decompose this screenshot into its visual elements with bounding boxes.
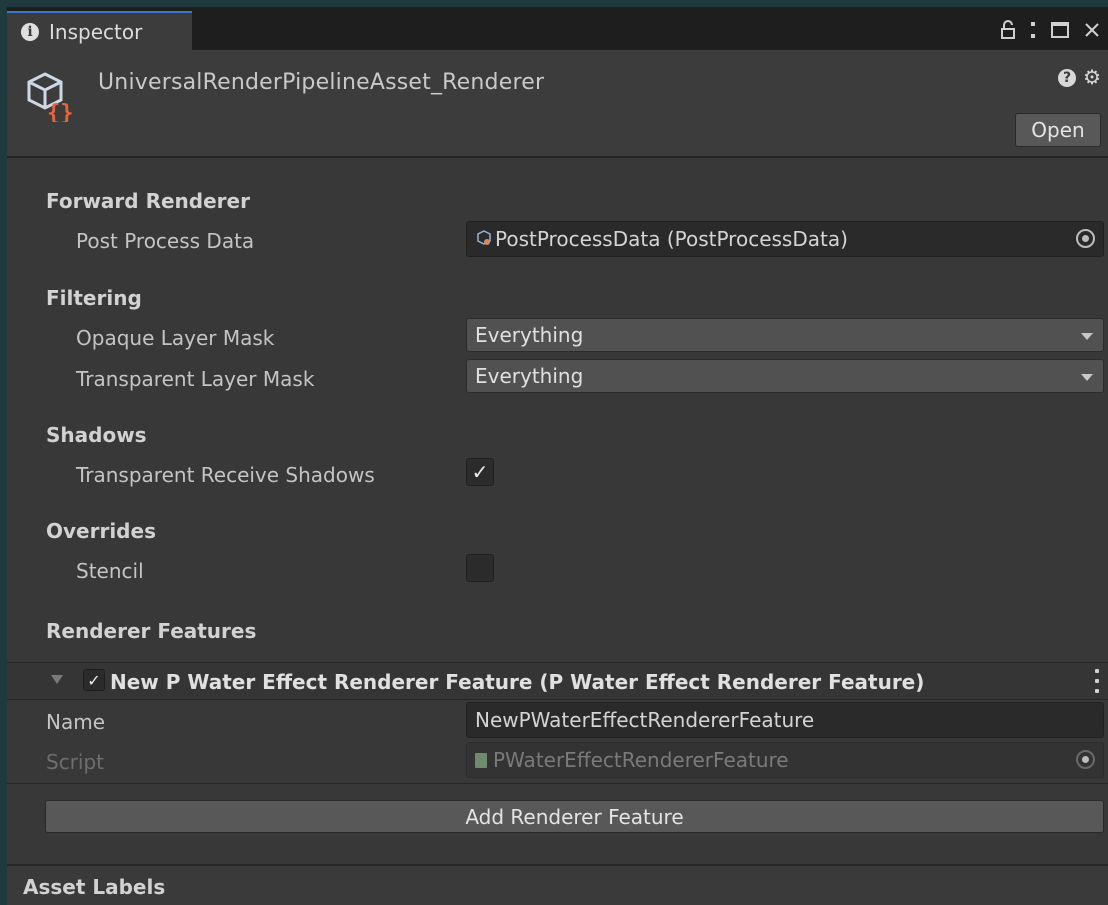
object-picker-icon[interactable]	[1076, 229, 1095, 248]
transparent-receive-shadows-checkbox[interactable]: ✓	[466, 458, 494, 486]
dropdown-arrow-icon	[1081, 374, 1093, 381]
post-process-data-value: PostProcessData (PostProcessData)	[495, 227, 848, 251]
script-field: PWaterEffectRendererFeature	[466, 742, 1104, 778]
add-renderer-feature-button[interactable]: Add Renderer Feature	[45, 800, 1104, 833]
tab-tools	[1000, 15, 1100, 45]
transparent-layer-mask-dropdown[interactable]: Everything	[466, 359, 1104, 393]
renderer-feature-title: New P Water Effect Renderer Feature (P W…	[110, 670, 925, 694]
divider	[7, 783, 1108, 784]
tab-label: Inspector	[49, 19, 143, 44]
open-button[interactable]: Open	[1015, 113, 1101, 147]
section-filtering: Filtering	[46, 286, 142, 310]
opaque-layer-mask-dropdown[interactable]: Everything	[466, 318, 1104, 352]
section-shadows: Shadows	[46, 423, 147, 447]
foldout-arrow-icon[interactable]	[51, 675, 63, 684]
more-options-icon[interactable]	[1030, 20, 1036, 40]
scriptable-object-icon: {}	[25, 70, 75, 126]
section-renderer-features: Renderer Features	[46, 619, 257, 643]
script-value: PWaterEffectRendererFeature	[493, 748, 789, 772]
svg-text:{}: {}	[47, 101, 74, 122]
close-icon[interactable]	[1084, 22, 1100, 38]
post-process-data-field[interactable]: PostProcessData (PostProcessData)	[466, 221, 1104, 257]
stencil-label: Stencil	[76, 559, 144, 583]
post-process-asset-icon	[477, 227, 491, 251]
name-label: Name	[46, 710, 106, 734]
object-picker-icon	[1076, 750, 1095, 769]
asset-labels-bar[interactable]: Asset Labels	[7, 864, 1108, 905]
asset-header: {} UniversalRenderPipelineAsset_Renderer…	[7, 50, 1108, 158]
asset-labels-title: Asset Labels	[23, 875, 166, 899]
stencil-checkbox[interactable]	[466, 554, 494, 582]
opaque-layer-mask-value: Everything	[475, 323, 584, 347]
post-process-data-label: Post Process Data	[76, 229, 255, 253]
transparent-receive-shadows-label: Transparent Receive Shadows	[76, 463, 375, 487]
kebab-menu-icon[interactable]	[1094, 669, 1100, 693]
feature-enabled-checkbox[interactable]: ✓	[83, 669, 105, 691]
maximize-icon[interactable]	[1050, 21, 1070, 39]
name-input[interactable]: NewPWaterEffectRendererFeature	[466, 702, 1104, 738]
info-icon: i	[21, 22, 39, 41]
transparent-layer-mask-label: Transparent Layer Mask	[76, 367, 315, 391]
section-overrides: Overrides	[46, 519, 156, 543]
help-icon[interactable]: ?	[1058, 69, 1076, 87]
section-forward-renderer: Forward Renderer	[46, 189, 250, 213]
asset-title: UniversalRenderPipelineAsset_Renderer	[98, 70, 545, 95]
dropdown-arrow-icon	[1081, 333, 1093, 340]
inspector-window: i Inspector {} UniversalRenderPipelineAs…	[7, 7, 1108, 905]
opaque-layer-mask-label: Opaque Layer Mask	[76, 326, 275, 350]
transparent-layer-mask-value: Everything	[475, 364, 584, 388]
tab-inspector[interactable]: i Inspector	[7, 11, 192, 50]
tab-bar: i Inspector	[7, 7, 1108, 50]
renderer-feature-header[interactable]: ✓ New P Water Effect Renderer Feature (P…	[7, 662, 1108, 700]
gear-icon[interactable]: ⚙	[1083, 67, 1101, 87]
script-file-icon	[475, 752, 487, 768]
lock-icon[interactable]	[1000, 20, 1016, 40]
script-label: Script	[46, 750, 105, 774]
